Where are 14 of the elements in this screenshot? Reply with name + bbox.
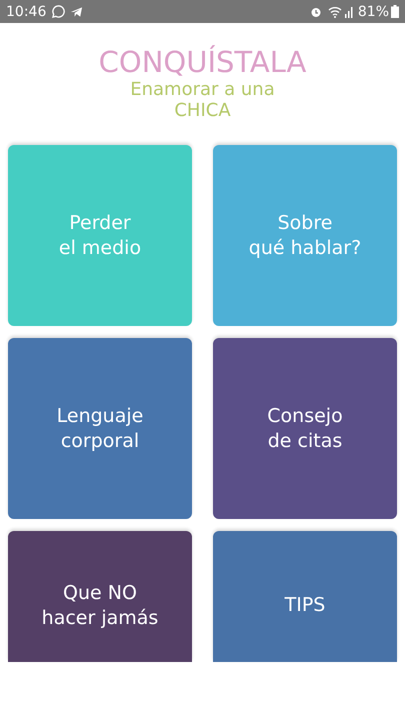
menu-tile[interactable]: Lenguaje corporal xyxy=(8,338,192,519)
menu-tile[interactable]: TIPS xyxy=(213,531,397,662)
paper-plane-icon xyxy=(70,6,84,18)
wifi-icon xyxy=(328,6,342,18)
menu-tile[interactable]: Consejo de citas xyxy=(213,338,397,519)
menu-tile[interactable]: Que NO hacer jamás xyxy=(8,531,192,662)
app-subtitle: Enamorar a una CHICA xyxy=(130,79,275,121)
alarm-clock-icon xyxy=(310,6,322,18)
signal-bars-icon xyxy=(344,6,354,18)
battery-icon xyxy=(391,5,399,18)
battery-percent: 81% xyxy=(358,4,389,18)
chat-bubble-icon xyxy=(52,5,66,18)
clock-time: 10:46 xyxy=(6,4,46,18)
app-title: CONQUÍSTALA xyxy=(98,45,306,79)
